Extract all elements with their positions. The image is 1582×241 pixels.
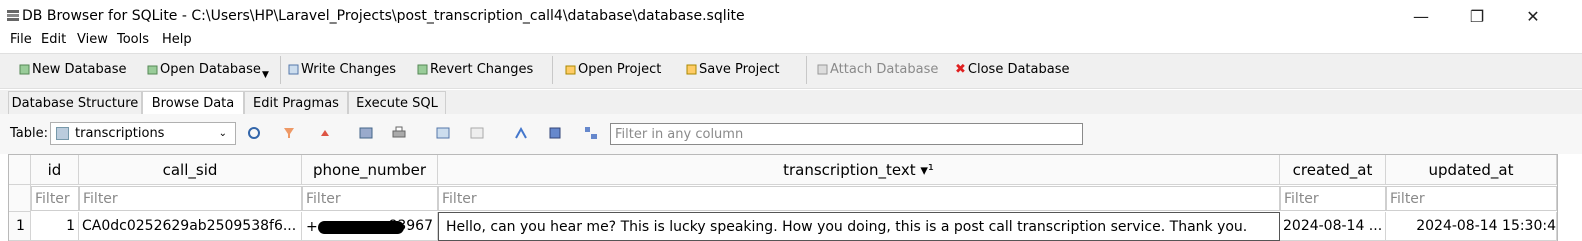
find-replace-icon[interactable] xyxy=(548,126,562,140)
new-database-button[interactable]: New Database xyxy=(19,62,127,77)
revert-changes-label: Revert Changes xyxy=(430,62,534,77)
toolbar-separator xyxy=(552,56,553,84)
column-header-call-sid[interactable]: call_sid xyxy=(79,155,302,185)
cell-updated-at[interactable]: 2024-08-14 15:30:4 xyxy=(1386,212,1557,241)
save-project-icon xyxy=(686,64,697,75)
column-header-created-at[interactable]: created_at xyxy=(1280,155,1386,185)
open-project-icon xyxy=(565,64,576,75)
clear-sorting-icon[interactable] xyxy=(318,126,332,140)
tab-execute-sql[interactable]: Execute SQL xyxy=(348,91,446,114)
insert-record-icon[interactable] xyxy=(436,126,450,140)
filter-row-spacer xyxy=(9,185,31,212)
column-header-transcription-text[interactable]: transcription_text ▾¹ xyxy=(438,155,1280,185)
window-title: DB Browser for SQLite - C:\Users\HP\Lara… xyxy=(22,8,745,24)
new-database-icon xyxy=(19,64,30,75)
find-icon[interactable] xyxy=(514,126,528,140)
open-project-button[interactable]: Open Project xyxy=(565,62,661,77)
chevron-down-icon: ▼ xyxy=(262,70,269,80)
cell-created-at[interactable]: 2024-08-14 ... xyxy=(1280,212,1386,241)
row-header[interactable]: 1 xyxy=(9,212,31,241)
column-settings-icon[interactable] xyxy=(584,126,598,140)
refresh-icon[interactable] xyxy=(247,126,261,140)
attach-database-button[interactable]: Attach Database xyxy=(817,62,938,77)
clear-filters-icon[interactable] xyxy=(282,126,296,140)
menu-help[interactable]: Help xyxy=(162,32,192,47)
filter-input-call-sid[interactable]: Filter xyxy=(79,186,302,211)
write-changes-button[interactable]: Write Changes xyxy=(288,62,396,77)
tab-database-structure[interactable]: Database Structure xyxy=(8,91,142,114)
close-icon: ✕ xyxy=(1526,6,1540,26)
menu-edit[interactable]: Edit xyxy=(41,32,66,47)
column-header-updated-at[interactable]: updated_at xyxy=(1386,155,1557,185)
toolbar-separator xyxy=(806,56,807,84)
filter-input-updated-at[interactable]: Filter xyxy=(1386,186,1557,211)
table-label: Table: xyxy=(10,126,48,141)
cell-call-sid[interactable]: CA0dc0252629ab2509538f6... xyxy=(79,212,302,241)
column-header-phone-number[interactable]: phone_number xyxy=(302,155,438,185)
save-project-label: Save Project xyxy=(699,62,780,77)
redaction-mark xyxy=(318,221,404,234)
table-icon xyxy=(56,127,69,140)
close-database-button[interactable]: ✖ Close Database xyxy=(955,62,1069,77)
attach-database-icon xyxy=(817,64,828,75)
write-changes-label: Write Changes xyxy=(301,62,396,77)
corner-header[interactable] xyxy=(9,155,31,185)
tab-browse-data[interactable]: Browse Data xyxy=(142,91,244,115)
attach-database-label: Attach Database xyxy=(830,62,939,77)
save-results-icon[interactable] xyxy=(359,126,373,140)
filter-input-created-at[interactable]: Filter xyxy=(1280,186,1386,211)
revert-changes-icon xyxy=(417,64,428,75)
filter-input-phone-number[interactable]: Filter xyxy=(302,186,438,211)
save-project-button[interactable]: Save Project xyxy=(686,62,780,77)
delete-record-icon[interactable] xyxy=(470,126,484,140)
tab-edit-pragmas[interactable]: Edit Pragmas xyxy=(244,91,348,114)
print-icon[interactable] xyxy=(392,126,406,140)
write-changes-icon xyxy=(288,64,299,75)
table-select-value: transcriptions xyxy=(75,126,165,141)
cell-transcription-text[interactable]: Hello, can you hear me? This is lucky sp… xyxy=(438,212,1280,241)
open-database-icon xyxy=(147,64,158,75)
cell-id[interactable]: 1 xyxy=(31,212,79,241)
menu-view[interactable]: View xyxy=(77,32,108,47)
close-database-label: Close Database xyxy=(967,62,1070,77)
open-project-label: Open Project xyxy=(578,62,662,77)
menu-tools[interactable]: Tools xyxy=(117,32,149,47)
column-header-id[interactable]: id xyxy=(31,155,79,185)
cell-phone-number[interactable]: + 83967 xyxy=(302,212,438,241)
database-app-icon xyxy=(6,9,20,23)
filter-input-transcription-text[interactable]: Filter xyxy=(438,186,1280,211)
toolbar-separator xyxy=(280,56,281,84)
revert-changes-button[interactable]: Revert Changes xyxy=(417,62,533,77)
table-select[interactable]: transcriptions ⌄ xyxy=(50,122,236,145)
new-database-label: New Database xyxy=(32,62,127,77)
menu-file[interactable]: File xyxy=(10,32,32,47)
open-database-button[interactable]: Open Database xyxy=(147,62,261,77)
close-window-button[interactable]: ✕ xyxy=(1510,0,1556,32)
global-filter-input[interactable]: Filter in any column xyxy=(610,123,1083,145)
restore-button[interactable]: ❐ xyxy=(1454,0,1500,32)
filter-input-id[interactable]: Filter xyxy=(31,186,79,211)
open-database-label: Open Database xyxy=(160,62,261,77)
minimize-button[interactable]: — xyxy=(1398,0,1444,32)
close-database-icon: ✖ xyxy=(955,62,966,77)
global-filter-placeholder: Filter in any column xyxy=(615,126,744,142)
restore-icon: ❐ xyxy=(1469,6,1485,26)
open-database-dropdown[interactable]: ▼ xyxy=(262,70,269,80)
chevron-down-icon: ⌄ xyxy=(218,128,227,139)
minimize-icon: — xyxy=(1413,6,1429,26)
